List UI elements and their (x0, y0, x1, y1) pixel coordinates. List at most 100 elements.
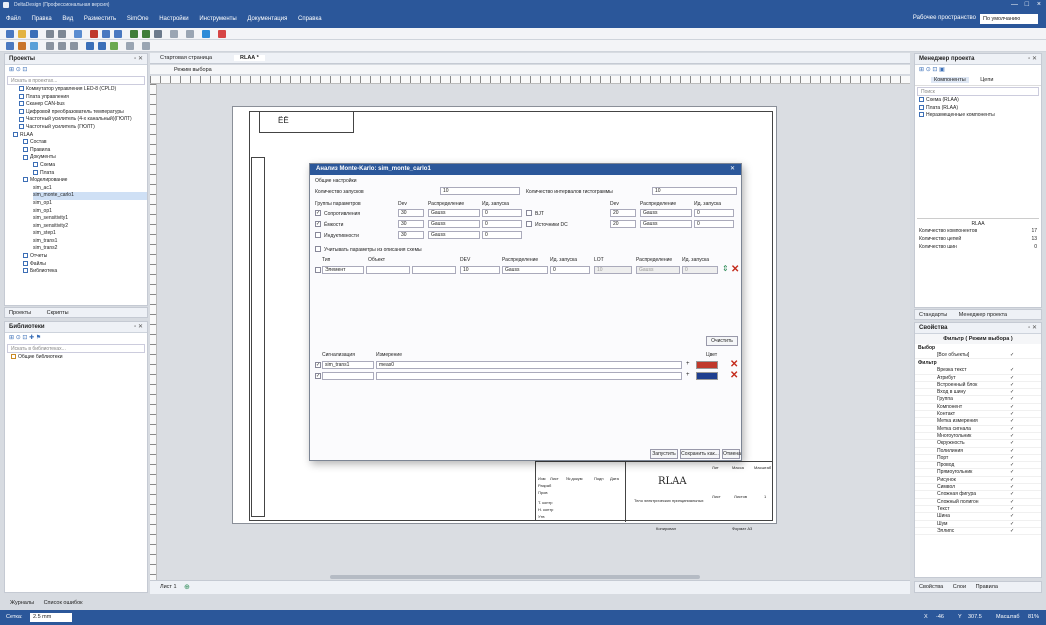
lot-dist-select[interactable]: Gauss (636, 266, 680, 274)
tree-item[interactable]: sim_ac1 (33, 185, 147, 193)
dev-input[interactable]: 20 (610, 220, 636, 228)
color-picker[interactable] (696, 361, 718, 369)
tree-item[interactable]: Моделирование (23, 177, 147, 185)
maximize-button[interactable]: □ (1025, 1, 1029, 8)
tree-item[interactable]: sim_op1 (33, 200, 147, 208)
filter-row[interactable]: Провод ✓ (915, 462, 1041, 470)
menu-tools[interactable]: Инструменты (199, 10, 236, 28)
filter-row[interactable]: Встроенный блок ✓ (915, 382, 1041, 390)
tree-item[interactable]: Схема (33, 162, 147, 170)
dist-select[interactable]: Gauss (502, 266, 548, 274)
add-sheet-icon[interactable]: ⊕ (184, 583, 190, 591)
cancel-button[interactable]: Отмена (722, 449, 741, 459)
menu-view[interactable]: Вид (62, 10, 73, 28)
tree-item[interactable]: Библиотека (23, 268, 147, 276)
filter-row[interactable]: Компонент ✓ (915, 404, 1041, 412)
tree-item[interactable]: Плата (33, 170, 147, 178)
tab-project-manager[interactable]: Менеджер проекта (959, 312, 1007, 318)
minimize-button[interactable]: — (1011, 1, 1018, 8)
pm-item[interactable]: Плата (RLAA) (919, 105, 1041, 113)
layer-icon[interactable] (126, 42, 134, 50)
align-icon[interactable] (186, 30, 194, 38)
dist-select[interactable]: Gauss (428, 209, 480, 217)
delete-row-icon[interactable]: ✕ (731, 265, 739, 275)
dev-input[interactable]: 20 (610, 209, 636, 217)
copy-icon[interactable] (102, 30, 110, 38)
pm-search[interactable]: Поиск (917, 87, 1039, 96)
checkbox-capacitors[interactable]: ✓ (315, 221, 321, 227)
panel-pin-icon[interactable]: ▫ ✕ (1028, 55, 1037, 62)
tree-item[interactable]: Коммутатор управления LED-8 (CPLD) (19, 86, 147, 94)
dev-input[interactable]: 30 (398, 220, 424, 228)
delete-signal-icon[interactable]: ✕ (730, 371, 738, 381)
menu-help[interactable]: Справка (298, 10, 322, 28)
tree-item[interactable]: Правила (23, 147, 147, 155)
save-as-button[interactable]: Сохранить как... (680, 449, 720, 459)
menu-settings[interactable]: Настройки (159, 10, 188, 28)
run-icon[interactable] (202, 30, 210, 38)
filter-row[interactable]: Многоугольник ✓ (915, 433, 1041, 441)
filter-row[interactable]: Окружность ✓ (915, 440, 1041, 448)
undo-icon[interactable] (46, 30, 54, 38)
save-icon[interactable] (30, 30, 38, 38)
redo-icon[interactable] (58, 30, 66, 38)
lot-input[interactable]: 10 (594, 266, 632, 274)
filter-row[interactable]: Группа ✓ (915, 396, 1041, 404)
workspace-select[interactable]: По умолчанию (980, 14, 1038, 24)
libraries-search[interactable]: Искать в библиотеках... (7, 344, 145, 353)
menu-place[interactable]: Разместить (84, 10, 116, 28)
tab-components[interactable]: Компоненты (931, 77, 969, 83)
projects-search[interactable]: Искать в проектах... (7, 76, 145, 85)
filter-row[interactable]: Вход в шину ✓ (915, 389, 1041, 397)
tree-item[interactable]: Цифровой преобразователь температуры (19, 109, 147, 117)
tab-properties[interactable]: Свойства (919, 584, 943, 590)
runs-input[interactable]: 10 (440, 187, 520, 195)
horizontal-scrollbar[interactable] (330, 575, 700, 579)
delete-signal-icon[interactable]: ✕ (730, 360, 738, 370)
cut-icon[interactable] (90, 30, 98, 38)
line-icon[interactable] (70, 42, 78, 50)
tab-layers[interactable]: Слои (953, 584, 966, 590)
checkbox-element-row[interactable] (315, 267, 321, 273)
checkbox-inductors[interactable] (315, 232, 321, 238)
runid-input[interactable]: 0 (482, 231, 522, 239)
zoom-in-icon[interactable] (130, 30, 138, 38)
zoom-out-icon[interactable] (142, 30, 150, 38)
tree-item[interactable]: Отчеты (23, 253, 147, 261)
filter-row[interactable]: Метка сигнала ✓ (915, 426, 1041, 433)
checkbox-bjt[interactable] (526, 210, 532, 216)
tab-projects[interactable]: Проекты (9, 310, 31, 316)
tab-journals[interactable]: Журналы (10, 600, 34, 606)
circle-icon[interactable] (58, 42, 66, 50)
runid-input[interactable]: 0 (482, 209, 522, 217)
tab-scripts[interactable]: Скрипты (47, 310, 69, 316)
checkbox-signal[interactable]: ✓ (315, 373, 321, 379)
tree-item[interactable]: Частотный усилитель (4-х канальный)(ГЮЛТ… (19, 116, 147, 124)
dialog-close-icon[interactable]: ✕ (730, 165, 735, 172)
checkbox-consider[interactable] (315, 246, 321, 252)
menu-edit[interactable]: Правка (31, 10, 51, 28)
signal-select[interactable]: sim_trans1 (322, 361, 374, 369)
close-button[interactable]: × (1037, 1, 1041, 8)
tab-nets[interactable]: Цепи (980, 77, 993, 83)
checkbox-dc-sources[interactable] (526, 221, 532, 227)
filter-row[interactable]: Полилиния ✓ (915, 448, 1041, 455)
measure-select[interactable]: meas0 (376, 361, 682, 369)
color-picker[interactable] (696, 372, 718, 380)
measure-icon[interactable] (142, 42, 150, 50)
checkbox-signal[interactable]: ✓ (315, 362, 321, 368)
dist-select[interactable]: Gauss (428, 231, 480, 239)
filter-row[interactable]: Сложный полигон ✓ (915, 499, 1041, 506)
tree-item[interactable]: Документы (23, 154, 147, 162)
hist-input[interactable]: 10 (652, 187, 737, 195)
tree-item[interactable]: sim_op1 (33, 208, 147, 216)
checkbox-resistors[interactable]: ✓ (315, 210, 321, 216)
tree-item[interactable]: sim_sensitivity2 (33, 223, 147, 231)
filter-row[interactable]: Атрибут ✓ (915, 375, 1041, 382)
add-icon[interactable]: + (686, 372, 690, 378)
zoom-fit-icon[interactable] (154, 30, 162, 38)
open-icon[interactable] (18, 30, 26, 38)
object-select-2[interactable] (412, 266, 456, 274)
runid-input[interactable]: 0 (694, 220, 734, 228)
filter-row[interactable]: Порт ✓ (915, 455, 1041, 463)
